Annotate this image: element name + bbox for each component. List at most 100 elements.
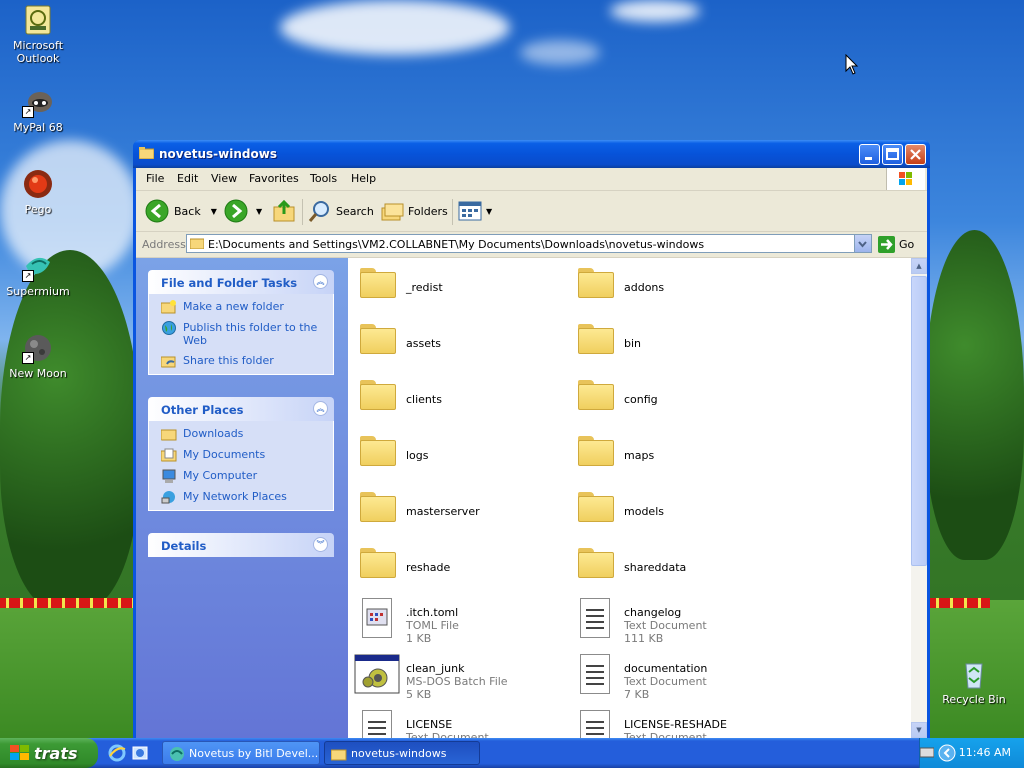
clock[interactable]: 11:46 AM (959, 746, 1011, 759)
folders-label: Folders (408, 204, 448, 218)
forward-arrow-icon (224, 199, 248, 223)
show-hidden-icons-button[interactable] (938, 744, 956, 762)
menu-edit[interactable]: Edit (177, 172, 198, 185)
list-item[interactable]: clean_junk MS-DOS Batch File 5 KB (354, 654, 564, 704)
vertical-scrollbar[interactable]: ▲ ▼ (911, 258, 927, 738)
task-share-folder[interactable]: Share this folder (161, 354, 333, 368)
desktop-icon-pego[interactable]: Pego (0, 168, 76, 216)
toolbar-separator (302, 199, 303, 225)
text-document-icon (580, 710, 610, 738)
list-item[interactable]: LICENSE-RESHADE Text Document (572, 710, 782, 738)
desktop-icon-newmoon[interactable]: ↗ New Moon (0, 332, 76, 380)
back-button[interactable]: Back ▼ (145, 197, 217, 225)
windows-flag-icon (10, 745, 29, 760)
panel-header[interactable]: Other Places ︽ (148, 397, 334, 421)
list-item[interactable]: models (572, 484, 782, 534)
scroll-down-button[interactable]: ▼ (911, 722, 927, 738)
folder-icon (578, 490, 614, 522)
back-arrow-icon (145, 199, 169, 223)
go-arrow-icon (878, 236, 895, 253)
taskbar-task-novetus[interactable]: Novetus by Bitl Devel... (162, 741, 320, 765)
task-publish-web[interactable]: Publish this folder to the Web (161, 321, 333, 347)
desktop-icon-supermium[interactable]: ↗ Supermium (0, 250, 76, 298)
list-item[interactable]: addons (572, 260, 782, 310)
back-dropdown-icon[interactable]: ▼ (211, 207, 217, 216)
menu-file[interactable]: File (146, 172, 164, 185)
ie-quicklaunch-icon[interactable] (108, 744, 126, 762)
place-downloads[interactable]: Downloads (161, 427, 333, 441)
list-item[interactable]: clients (354, 372, 564, 422)
go-button[interactable]: Go (878, 235, 914, 254)
task-make-new-folder[interactable]: Make a new folder (161, 300, 333, 314)
system-tray: 11:46 AM (919, 738, 1024, 768)
up-folder-button[interactable] (272, 197, 296, 225)
list-item[interactable]: masterserver (354, 484, 564, 534)
panel-header[interactable]: Details ︾ (148, 533, 334, 557)
views-button[interactable]: ▼ (458, 197, 492, 225)
cloud (520, 40, 600, 65)
folders-button[interactable]: Folders (380, 197, 448, 225)
explorer-window[interactable]: novetus-windows File Edit View Favorites… (133, 140, 930, 738)
list-item[interactable]: bin (572, 316, 782, 366)
keyboard-icon[interactable] (919, 746, 935, 758)
forward-dropdown-icon[interactable]: ▼ (256, 207, 262, 216)
address-bar: Address E:\Documents and Settings\VM2.CO… (136, 232, 927, 258)
scroll-up-button[interactable]: ▲ (911, 258, 927, 274)
panel-body: Make a new folder Publish this folder to… (148, 294, 334, 375)
search-button[interactable]: Search (308, 197, 374, 225)
desktop-icon-recycle-bin[interactable]: Recycle Bin (936, 658, 1012, 706)
address-dropdown-button[interactable] (854, 235, 871, 252)
list-item[interactable]: documentation Text Document 7 KB (572, 654, 782, 704)
close-button[interactable] (905, 144, 926, 165)
folder-icon (360, 378, 396, 410)
desktop-icon-outlook[interactable]: Microsoft Outlook (0, 4, 76, 65)
list-item[interactable]: _redist (354, 260, 564, 310)
menu-help[interactable]: Help (351, 172, 376, 185)
list-item[interactable]: changelog Text Document 111 KB (572, 598, 782, 648)
batch-file-icon (354, 654, 400, 694)
collapse-icon[interactable]: ︽ (313, 401, 328, 416)
recycle-bin-icon (958, 658, 990, 690)
forward-button[interactable]: ▼ (224, 197, 262, 225)
address-path: E:\Documents and Settings\VM2.COLLABNET\… (208, 238, 705, 251)
expand-icon[interactable]: ︾ (313, 537, 328, 552)
panel-title: File and Folder Tasks (161, 276, 298, 290)
folder-icon (578, 434, 614, 466)
search-label: Search (336, 204, 374, 218)
place-my-documents[interactable]: My Documents (161, 448, 333, 462)
list-item[interactable]: assets (354, 316, 564, 366)
desktop-icon-mypal[interactable]: ↗ MyPal 68 (0, 86, 76, 134)
other-places-panel: Other Places ︽ Downloads My Documents My… (148, 397, 334, 511)
place-my-computer[interactable]: My Computer (161, 469, 333, 483)
shortcut-arrow-icon: ↗ (22, 106, 34, 118)
place-network[interactable]: My Network Places (161, 490, 333, 504)
minimize-button[interactable] (859, 144, 880, 165)
show-desktop-quicklaunch-icon[interactable] (131, 744, 149, 762)
toml-file-icon (362, 598, 392, 638)
list-item[interactable]: .itch.toml TOML File 1 KB (354, 598, 564, 648)
list-item[interactable]: reshade (354, 540, 564, 590)
taskbar-task-explorer[interactable]: novetus-windows (324, 741, 480, 765)
up-folder-icon (273, 199, 295, 222)
list-item[interactable]: logs (354, 428, 564, 478)
toolbar-separator (452, 199, 453, 225)
list-item[interactable]: maps (572, 428, 782, 478)
list-item[interactable]: config (572, 372, 782, 422)
go-label: Go (899, 238, 915, 251)
panel-header[interactable]: File and Folder Tasks ︽ (148, 270, 334, 294)
menu-view[interactable]: View (211, 172, 237, 185)
list-item[interactable]: shareddata (572, 540, 782, 590)
mouse-cursor-icon (845, 53, 859, 79)
title-bar[interactable]: novetus-windows (133, 140, 930, 168)
menu-tools[interactable]: Tools (310, 172, 337, 185)
maximize-button[interactable] (882, 144, 903, 165)
start-button[interactable]: trats (0, 738, 98, 768)
network-icon (161, 491, 175, 504)
list-item[interactable]: LICENSE Text Document (354, 710, 564, 738)
scroll-thumb[interactable] (911, 276, 927, 566)
windows-logo-icon (886, 168, 925, 190)
address-field[interactable]: E:\Documents and Settings\VM2.COLLABNET\… (186, 234, 872, 253)
collapse-icon[interactable]: ︽ (313, 274, 328, 289)
menu-favorites[interactable]: Favorites (249, 172, 299, 185)
shortcut-arrow-icon: ↗ (22, 352, 34, 364)
